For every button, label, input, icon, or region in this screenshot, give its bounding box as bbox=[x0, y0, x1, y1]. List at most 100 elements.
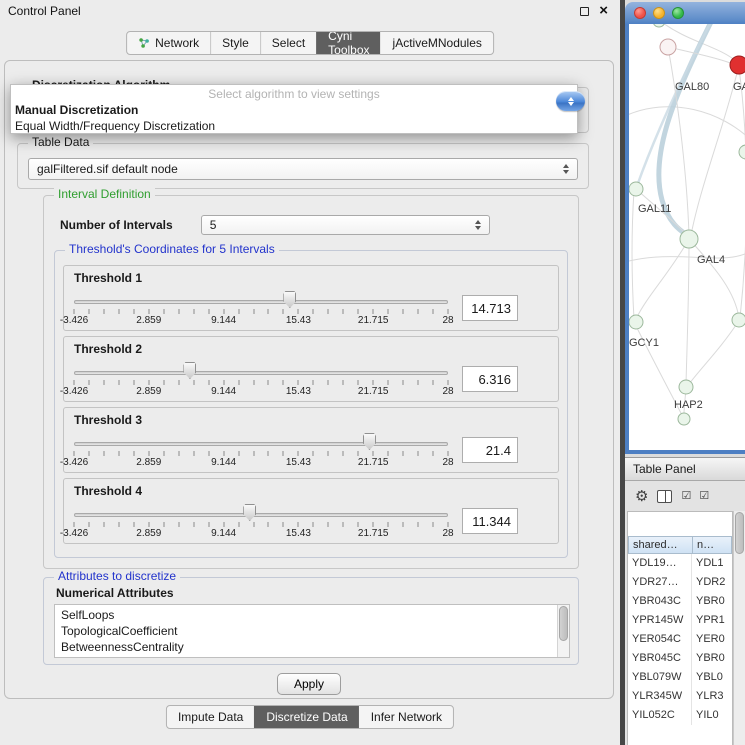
combo-stepper-icon[interactable] bbox=[467, 220, 481, 230]
gear-icon[interactable]: ⚙ bbox=[635, 489, 648, 504]
select-rows-icon[interactable]: ☑ bbox=[699, 491, 708, 502]
table-row[interactable]: YIL052CYIL0 bbox=[628, 706, 732, 725]
network-node[interactable] bbox=[680, 230, 698, 248]
network-node[interactable] bbox=[732, 313, 745, 327]
slider-tick-labels: -3.4262.8599.14415.4321.71528 bbox=[74, 386, 448, 397]
network-node[interactable] bbox=[739, 145, 745, 159]
network-node[interactable] bbox=[629, 182, 643, 196]
column-header[interactable]: shared… bbox=[628, 536, 692, 554]
window-close-button[interactable] bbox=[634, 7, 646, 19]
table-row[interactable]: YBR043CYBR0 bbox=[628, 592, 732, 611]
table-scrollbar[interactable] bbox=[733, 511, 745, 745]
attribute-item[interactable]: BetweennessCentrality bbox=[61, 639, 555, 655]
algorithm-option[interactable]: Equal Width/Frequency Discretization bbox=[11, 118, 577, 134]
apply-button[interactable]: Apply bbox=[277, 673, 341, 695]
network-node[interactable] bbox=[660, 39, 676, 55]
table-cell: YDR2 bbox=[692, 573, 732, 592]
table-cell: YER054C bbox=[628, 630, 692, 649]
attributes-scrollbar[interactable] bbox=[557, 605, 569, 657]
columns-icon[interactable] bbox=[657, 490, 672, 503]
threshold-slider[interactable]: -3.4262.8599.14415.4321.71528 bbox=[74, 288, 448, 328]
tab-jactivemnodules[interactable]: jActiveMNodules bbox=[381, 32, 493, 54]
threshold-value-field[interactable]: 14.713 bbox=[462, 295, 518, 321]
bottom-tab-bar: Impute Data Discretize DataInfer Network bbox=[166, 705, 454, 729]
window-zoom-button[interactable] bbox=[672, 7, 684, 19]
threshold-slider[interactable]: -3.4262.8599.14415.4321.71528 bbox=[74, 359, 448, 399]
threshold-3-panel: Threshold 3-3.4262.8599.14415.4321.71528… bbox=[63, 407, 559, 473]
slider-ticks bbox=[74, 522, 448, 527]
number-of-intervals-value: 5 bbox=[210, 218, 217, 232]
slider-thumb[interactable] bbox=[243, 504, 256, 521]
tab-label: Network bbox=[155, 36, 199, 50]
table-toolbar: ⚙ ☑ ☑ bbox=[625, 481, 745, 511]
tab-select[interactable]: Select bbox=[260, 32, 316, 54]
threshold-2-panel: Threshold 2-3.4262.8599.14415.4321.71528… bbox=[63, 336, 559, 402]
network-node[interactable] bbox=[679, 380, 693, 394]
table-panel-title: Table Panel bbox=[633, 462, 696, 476]
tab-label: jActiveMNodules bbox=[393, 36, 482, 50]
table-data-combo[interactable]: galFiltered.sif default node bbox=[28, 158, 578, 180]
table-cell: YIL052C bbox=[628, 706, 692, 725]
threshold-value-field[interactable]: 21.4 bbox=[462, 437, 518, 463]
right-pane: GAL80 GA GAL11 GAL4 GCY1 HAP2 Table Pane… bbox=[625, 0, 745, 745]
tab-impute-data[interactable]: Impute Data bbox=[167, 706, 254, 728]
table-row[interactable]: YPR145WYPR1 bbox=[628, 611, 732, 630]
algorithm-dropdown-placeholder: Select algorithm to view settings bbox=[11, 86, 577, 102]
tab-cyni-toolbox[interactable]: Cyni Toolbox bbox=[316, 32, 380, 54]
application-window: Control Panel × NetworkStyleSelectCyni T… bbox=[0, 0, 745, 745]
select-columns-icon[interactable]: ☑ bbox=[681, 491, 690, 502]
slider-tick-labels: -3.4262.8599.14415.4321.71528 bbox=[74, 315, 448, 326]
table-row[interactable]: YBL079WYBL0 bbox=[628, 668, 732, 687]
attribute-item[interactable]: TopologicalCoefficient bbox=[61, 623, 555, 639]
close-icon[interactable]: × bbox=[599, 5, 608, 17]
network-graph: GAL80 GA GAL11 GAL4 GCY1 HAP2 bbox=[629, 24, 745, 450]
float-window-icon[interactable] bbox=[580, 7, 589, 16]
tab-discretize-data[interactable]: Discretize Data bbox=[254, 706, 358, 728]
table-cell: YBR043C bbox=[628, 592, 692, 611]
tab-style[interactable]: Style bbox=[210, 32, 260, 54]
tab-label: Style bbox=[222, 36, 249, 50]
tab-label: Impute Data bbox=[178, 710, 243, 724]
table-row[interactable]: YDL19…YDL1 bbox=[628, 554, 732, 573]
slider-track[interactable] bbox=[74, 513, 448, 517]
tab-network[interactable]: Network bbox=[127, 32, 210, 54]
algorithm-combo-button[interactable] bbox=[556, 91, 585, 111]
threshold-value-field[interactable]: 11.344 bbox=[462, 508, 518, 534]
table-cell: YLR3 bbox=[692, 687, 732, 706]
column-header[interactable]: n… bbox=[692, 536, 732, 554]
threshold-label: Threshold 1 bbox=[74, 271, 142, 285]
threshold-slider[interactable]: -3.4262.8599.14415.4321.71528 bbox=[74, 430, 448, 470]
threshold-slider[interactable]: -3.4262.8599.14415.4321.71528 bbox=[74, 501, 448, 541]
scrollbar-thumb[interactable] bbox=[559, 606, 568, 641]
node-label: HAP2 bbox=[674, 399, 703, 411]
slider-thumb[interactable] bbox=[363, 433, 376, 450]
table-row[interactable]: YLR345WYLR3 bbox=[628, 687, 732, 706]
node-label: GAL11 bbox=[638, 203, 671, 215]
slider-track[interactable] bbox=[74, 300, 448, 304]
table-row[interactable]: YDR27…YDR2 bbox=[628, 573, 732, 592]
network-canvas[interactable]: GAL80 GA GAL11 GAL4 GCY1 HAP2 bbox=[629, 24, 745, 450]
table-cell: YBL079W bbox=[628, 668, 692, 687]
threshold-value-field[interactable]: 6.316 bbox=[462, 366, 518, 392]
slider-track[interactable] bbox=[74, 442, 448, 446]
slider-track[interactable] bbox=[74, 371, 448, 375]
network-node[interactable] bbox=[678, 413, 690, 425]
table-cell: YPR1 bbox=[692, 611, 732, 630]
number-of-intervals-combo[interactable]: 5 bbox=[201, 215, 490, 235]
node-label: GA bbox=[733, 81, 745, 93]
attribute-item[interactable]: SelfLoops bbox=[61, 607, 555, 623]
scrollbar-thumb[interactable] bbox=[735, 512, 744, 554]
combo-stepper-icon[interactable] bbox=[555, 164, 569, 174]
algorithm-option[interactable]: Manual Discretization bbox=[11, 102, 577, 118]
network-node[interactable] bbox=[653, 24, 665, 27]
table-row[interactable]: YER054CYER0 bbox=[628, 630, 732, 649]
tab-infer-network[interactable]: Infer Network bbox=[359, 706, 453, 728]
slider-thumb[interactable] bbox=[183, 362, 196, 379]
slider-thumb[interactable] bbox=[283, 291, 296, 308]
window-minimize-button[interactable] bbox=[653, 7, 665, 19]
network-node-selected[interactable] bbox=[730, 56, 745, 74]
table-data-combo-value: galFiltered.sif default node bbox=[37, 162, 178, 176]
network-node[interactable] bbox=[629, 315, 643, 329]
table-cell: YDL1 bbox=[692, 554, 732, 573]
table-row[interactable]: YBR045CYBR0 bbox=[628, 649, 732, 668]
